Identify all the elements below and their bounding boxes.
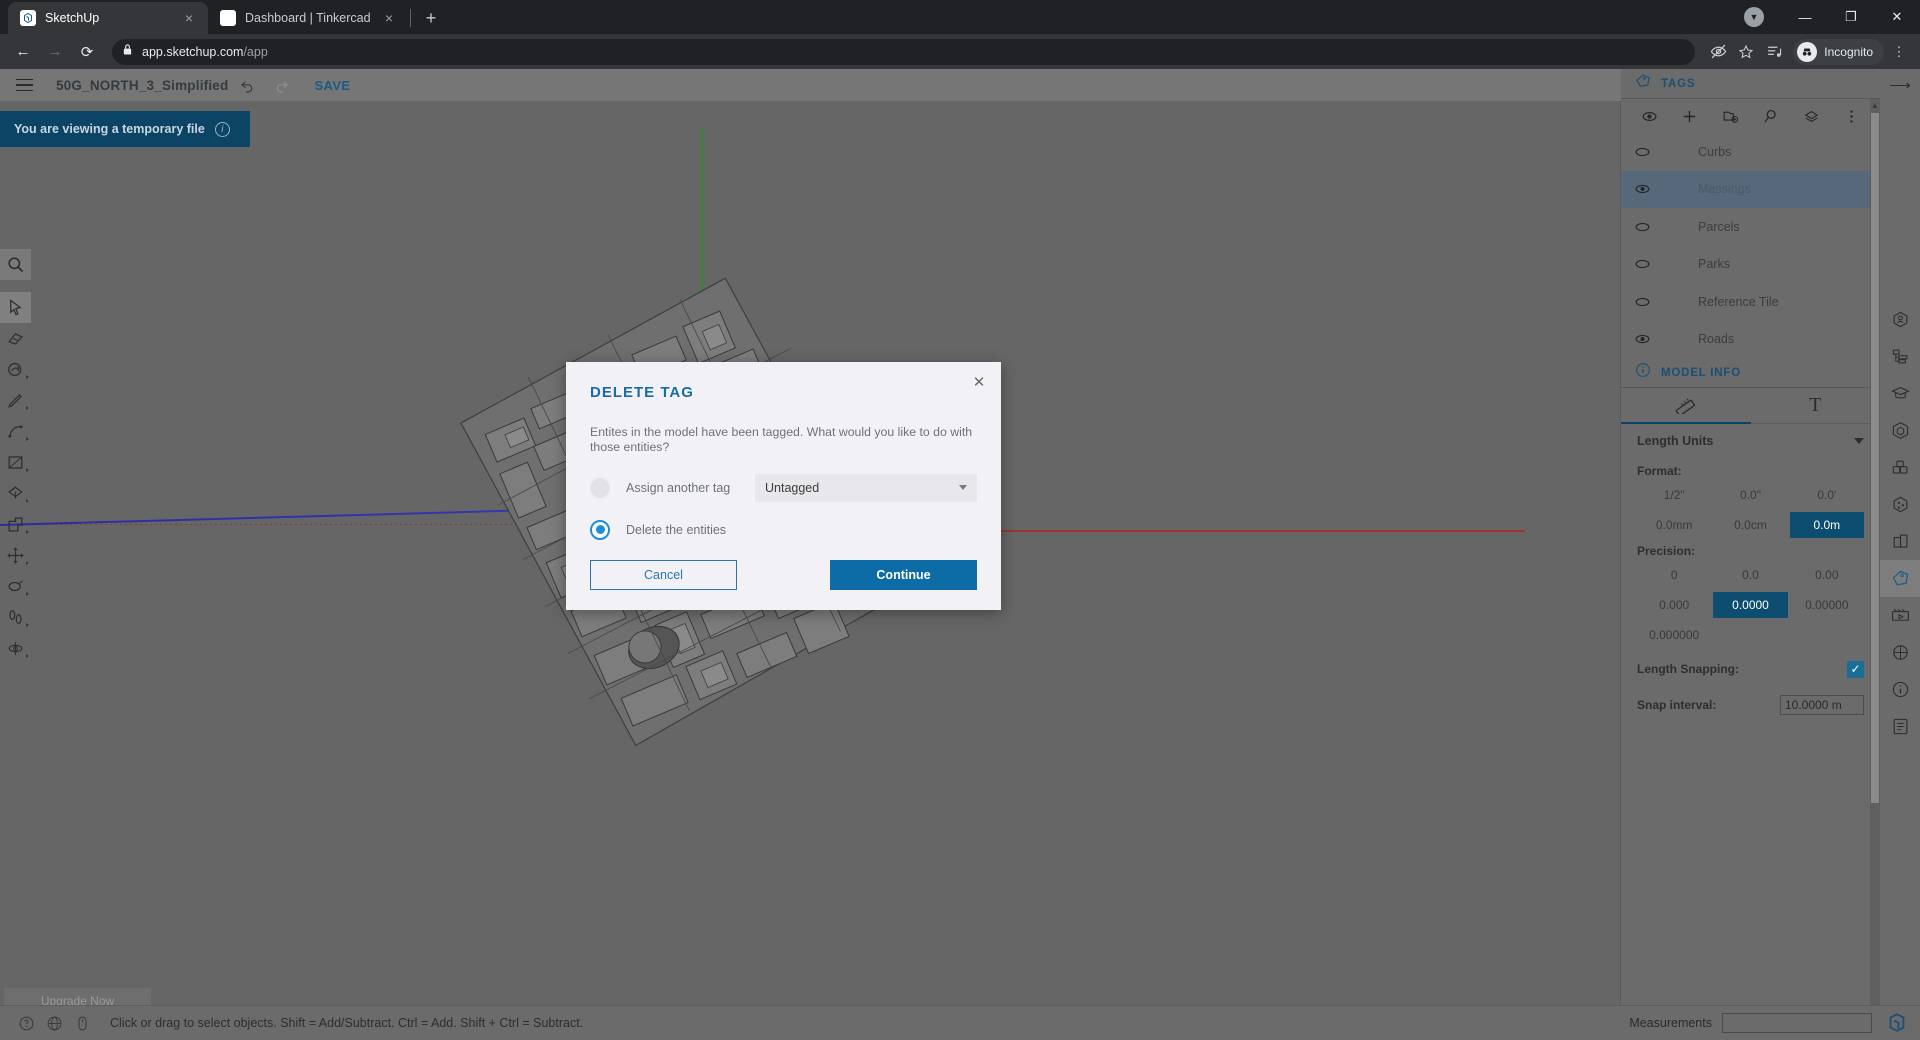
eye-slash-icon[interactable] (1705, 39, 1731, 65)
tab-title: Dashboard | Tinkercad (245, 11, 371, 25)
radio-selected-icon[interactable] (590, 519, 610, 540)
incognito-avatar-icon (1797, 41, 1818, 62)
window-controls: ▼ — ❐ ✕ (1744, 0, 1920, 34)
lock-icon (122, 43, 133, 61)
tag-select-dropdown[interactable]: Untagged (755, 473, 977, 502)
option-label: Assign another tag (626, 480, 731, 495)
tag-select-value: Untagged (765, 480, 820, 495)
delete-tag-dialog: ✕ DELETE TAG Entites in the model have b… (566, 362, 1001, 610)
tab-separator (410, 9, 411, 27)
address-bar[interactable]: app.sketchup.com/app (112, 38, 1696, 65)
sketchup-app: 50G_NORTH_3_Simplified SAVE You are view… (0, 69, 1920, 1040)
option-assign-another-tag[interactable]: Assign another tag Untagged (590, 473, 977, 502)
reading-list-icon[interactable] (1761, 39, 1787, 65)
tab-close-icon[interactable]: × (180, 9, 198, 27)
tab-close-icon[interactable]: × (380, 9, 398, 27)
browser-tab-sketchup[interactable]: SketchUp × (8, 2, 208, 34)
window-maximize-button[interactable]: ❐ (1828, 0, 1874, 34)
window-close-button[interactable]: ✕ (1874, 0, 1920, 34)
new-tab-button[interactable]: + (417, 4, 445, 32)
tabstrip: SketchUp × Dashboard | Tinkercad × + (0, 0, 445, 34)
back-button[interactable]: ← (8, 37, 38, 67)
dialog-actions: Cancel Continue (590, 560, 977, 590)
radio-unselected-icon[interactable] (590, 477, 610, 498)
star-icon[interactable] (1733, 39, 1759, 65)
browser-tab-tinkercad[interactable]: Dashboard | Tinkercad × (208, 2, 408, 34)
tinkercad-icon (220, 10, 236, 26)
dialog-description: Entites in the model have been tagged. W… (590, 425, 973, 455)
browser-titlebar: SketchUp × Dashboard | Tinkercad × + ▼ —… (0, 0, 1920, 34)
address-text: app.sketchup.com/app (142, 44, 268, 59)
option-delete-entities[interactable]: Delete the entities (590, 519, 977, 540)
option-label: Delete the entities (626, 522, 727, 537)
sketchup-icon (20, 10, 36, 26)
close-icon[interactable]: ✕ (969, 372, 989, 392)
browser-menu-icon[interactable]: ⋮ (1886, 39, 1912, 65)
browser-toolbar: ← → ⟳ app.sketchup.com/app Incognito ⋮ (0, 34, 1920, 69)
reload-button[interactable]: ⟳ (72, 37, 102, 67)
continue-button[interactable]: Continue (830, 560, 977, 590)
window-minimize-button[interactable]: — (1782, 0, 1828, 34)
dialog-title: DELETE TAG (590, 384, 694, 401)
forward-button[interactable]: → (40, 37, 70, 67)
chevron-down-icon (959, 485, 967, 491)
profile-chip-icon[interactable]: ▼ (1744, 7, 1764, 27)
cancel-button[interactable]: Cancel (590, 560, 737, 590)
modal-overlay: ✕ DELETE TAG Entites in the model have b… (0, 69, 1920, 1040)
tab-title: SketchUp (45, 11, 100, 25)
incognito-label: Incognito (1824, 44, 1873, 59)
incognito-indicator[interactable]: Incognito (1793, 38, 1884, 65)
